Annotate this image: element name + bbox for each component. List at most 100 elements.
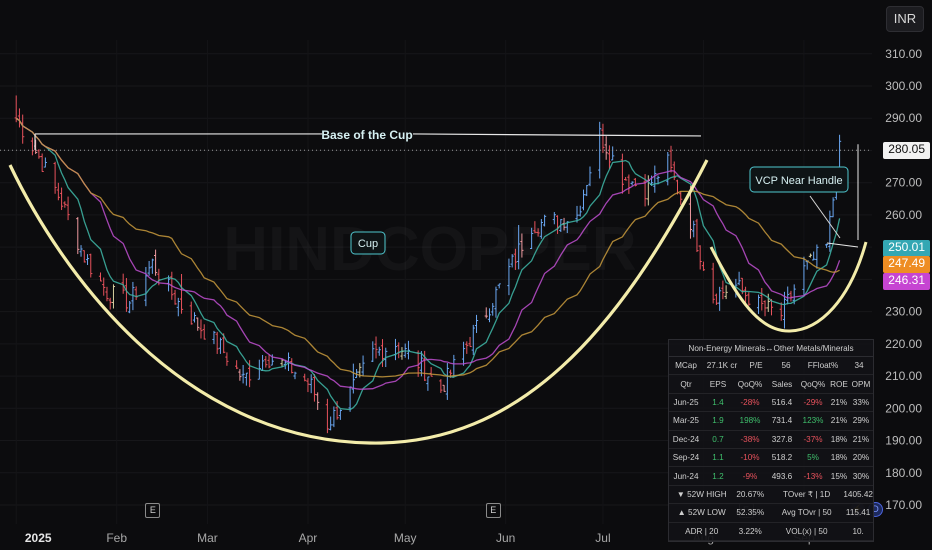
stat-cell: ▼ 52W HIGH [676, 489, 727, 499]
x-tick-label: May [394, 531, 417, 545]
cell-qtr: Sep-24 [672, 453, 700, 463]
stat-cell: 10. [852, 526, 864, 536]
stat-row: ▲ 52W LOW 52.35% Avg TOvr | 50 115.41 [669, 504, 873, 523]
stat-cell: 52.35% [736, 508, 765, 518]
cell-sales-qoq: -13% [803, 471, 823, 481]
x-tick-label: 2025 [25, 531, 52, 545]
stat-cell: 3.22% [738, 526, 762, 536]
cell-sales: 493.6 [771, 471, 793, 481]
cell-eps-qoq: -38% [740, 434, 760, 444]
cell-eps: 0.7 [712, 434, 724, 444]
cell-sales-qoq: -37% [803, 434, 823, 444]
cell-eps: 1.2 [712, 471, 724, 481]
quarter-row: Jun-25 1.4 -28% 516.4 -29% 21% 33% [669, 394, 873, 413]
cell-qtr: Jun-25 [673, 397, 699, 407]
ma-short-tag: 250.01 [883, 240, 930, 257]
pe-label: P/E [749, 361, 763, 371]
vcp-label: VCP Near Handle [755, 175, 842, 187]
cell-eps: 1.4 [712, 397, 724, 407]
earnings-marker[interactable]: E [485, 503, 501, 518]
cell-sales: 518.2 [771, 453, 793, 463]
col-header: ROE [830, 379, 848, 389]
ma-mid-tag: 246.31 [883, 273, 930, 290]
y-tick-label: 170.00 [885, 498, 922, 512]
cell-sales-qoq: 123% [802, 416, 824, 426]
ma-long-tag: 247.49 [883, 256, 930, 273]
x-tick-label: Apr [299, 531, 318, 545]
col-header: QoQ% [737, 379, 763, 389]
header-row: Qtr EPS QoQ% Sales QoQ% ROE OPM [669, 375, 873, 394]
y-tick-label: 220.00 [885, 337, 922, 351]
cell-roe: 21% [830, 416, 848, 426]
cell-roe: 18% [830, 434, 848, 444]
pe-value: 56 [781, 361, 791, 371]
symbol-watermark: HINDCOPPER [223, 215, 636, 284]
cell-sales: 731.4 [771, 416, 793, 426]
cell-opm: 21% [852, 434, 870, 444]
col-header: Sales [771, 379, 793, 389]
cell-roe: 18% [830, 453, 848, 463]
cell-qtr: Jun-24 [673, 471, 699, 481]
y-tick-label: 200.00 [885, 401, 922, 415]
quarter-row: Sep-24 1.1 -10% 518.2 5% 18% 20% [669, 449, 873, 468]
ffloat-label: FFloat% [807, 361, 839, 371]
stat-cell: TOver ₹ | 1D [783, 490, 831, 500]
quarter-row: Dec-24 0.7 -38% 327.8 -37% 18% 21% [669, 431, 873, 449]
cell-eps-qoq: -28% [740, 397, 760, 407]
col-header: OPM [851, 379, 871, 389]
cell-roe: 21% [830, 397, 848, 407]
col-header: QoQ% [800, 379, 826, 389]
x-tick-label: Jun [496, 531, 515, 545]
cell-qtr: Mar-25 [673, 416, 699, 426]
earnings-marker[interactable]: E [145, 503, 161, 518]
stat-cell: ADR | 20 [685, 526, 719, 536]
cup-label: Cup [358, 238, 378, 250]
mcap-row: MCap 27.1K cr P/E 56 FFloat% 34 [669, 357, 873, 376]
cell-sales-qoq: 5% [807, 453, 819, 463]
y-tick-label: 290.00 [885, 111, 922, 125]
y-tick-label: 180.00 [885, 466, 922, 480]
cell-qtr: Dec-24 [672, 434, 700, 444]
quarter-row: Mar-25 1.9 198% 731.4 123% 21% 29% [669, 412, 873, 431]
cell-sales: 516.4 [771, 397, 793, 407]
current-price-tag: 280.05 [883, 141, 930, 159]
y-tick-label: 270.00 [885, 176, 922, 190]
mcap-label: MCap [675, 361, 697, 371]
ffloat-value: 34 [854, 361, 864, 371]
x-tick-label: Jul [595, 531, 610, 545]
cell-eps-qoq: 198% [739, 416, 761, 426]
y-tick-label: 230.00 [885, 305, 922, 319]
mcap-value: 27.1K cr [706, 361, 738, 371]
stat-cell: Avg TOvr | 50 [781, 508, 832, 518]
cell-sales-qoq: -29% [803, 397, 823, 407]
cell-opm: 30% [852, 471, 870, 481]
fundamentals-table: Non-Energy Minerals↔Other Metals/Mineral… [668, 339, 874, 542]
x-tick-label: Mar [197, 531, 218, 545]
stat-cell: 115.41 [845, 508, 871, 518]
cell-sales: 327.8 [771, 434, 793, 444]
y-tick-label: 300.00 [885, 79, 922, 93]
stat-cell: VOL(x) | 50 [785, 526, 828, 536]
y-tick-label: 260.00 [885, 208, 922, 222]
x-tick-label: Feb [106, 531, 127, 545]
stat-row: ▼ 52W HIGH 20.67% TOver ₹ | 1D 1405.42 [669, 486, 873, 505]
cell-eps: 1.1 [712, 453, 724, 463]
cell-opm: 33% [852, 397, 870, 407]
stat-cell: 20.67% [736, 489, 765, 499]
stat-row: ADR | 20 3.22% VOL(x) | 50 10. [669, 523, 873, 541]
cell-opm: 29% [852, 416, 870, 426]
cell-roe: 15% [830, 471, 848, 481]
stat-cell: ▲ 52W LOW [677, 508, 726, 518]
quarter-row: Jun-24 1.2 -9% 493.6 -13% 15% 30% [669, 467, 873, 486]
sector-title: Non-Energy Minerals↔Other Metals/Mineral… [669, 340, 873, 357]
stat-cell: 1405.42 [843, 489, 873, 499]
y-tick-label: 210.00 [885, 369, 922, 383]
col-header: Qtr [680, 379, 692, 389]
cell-eps-qoq: -10% [740, 453, 760, 463]
currency-badge[interactable]: INR [886, 6, 924, 32]
cell-opm: 20% [852, 453, 870, 463]
col-header: EPS [709, 379, 727, 389]
y-tick-label: 190.00 [885, 434, 922, 448]
base-label: Base of the Cup [321, 128, 412, 142]
cell-eps: 1.9 [712, 416, 724, 426]
